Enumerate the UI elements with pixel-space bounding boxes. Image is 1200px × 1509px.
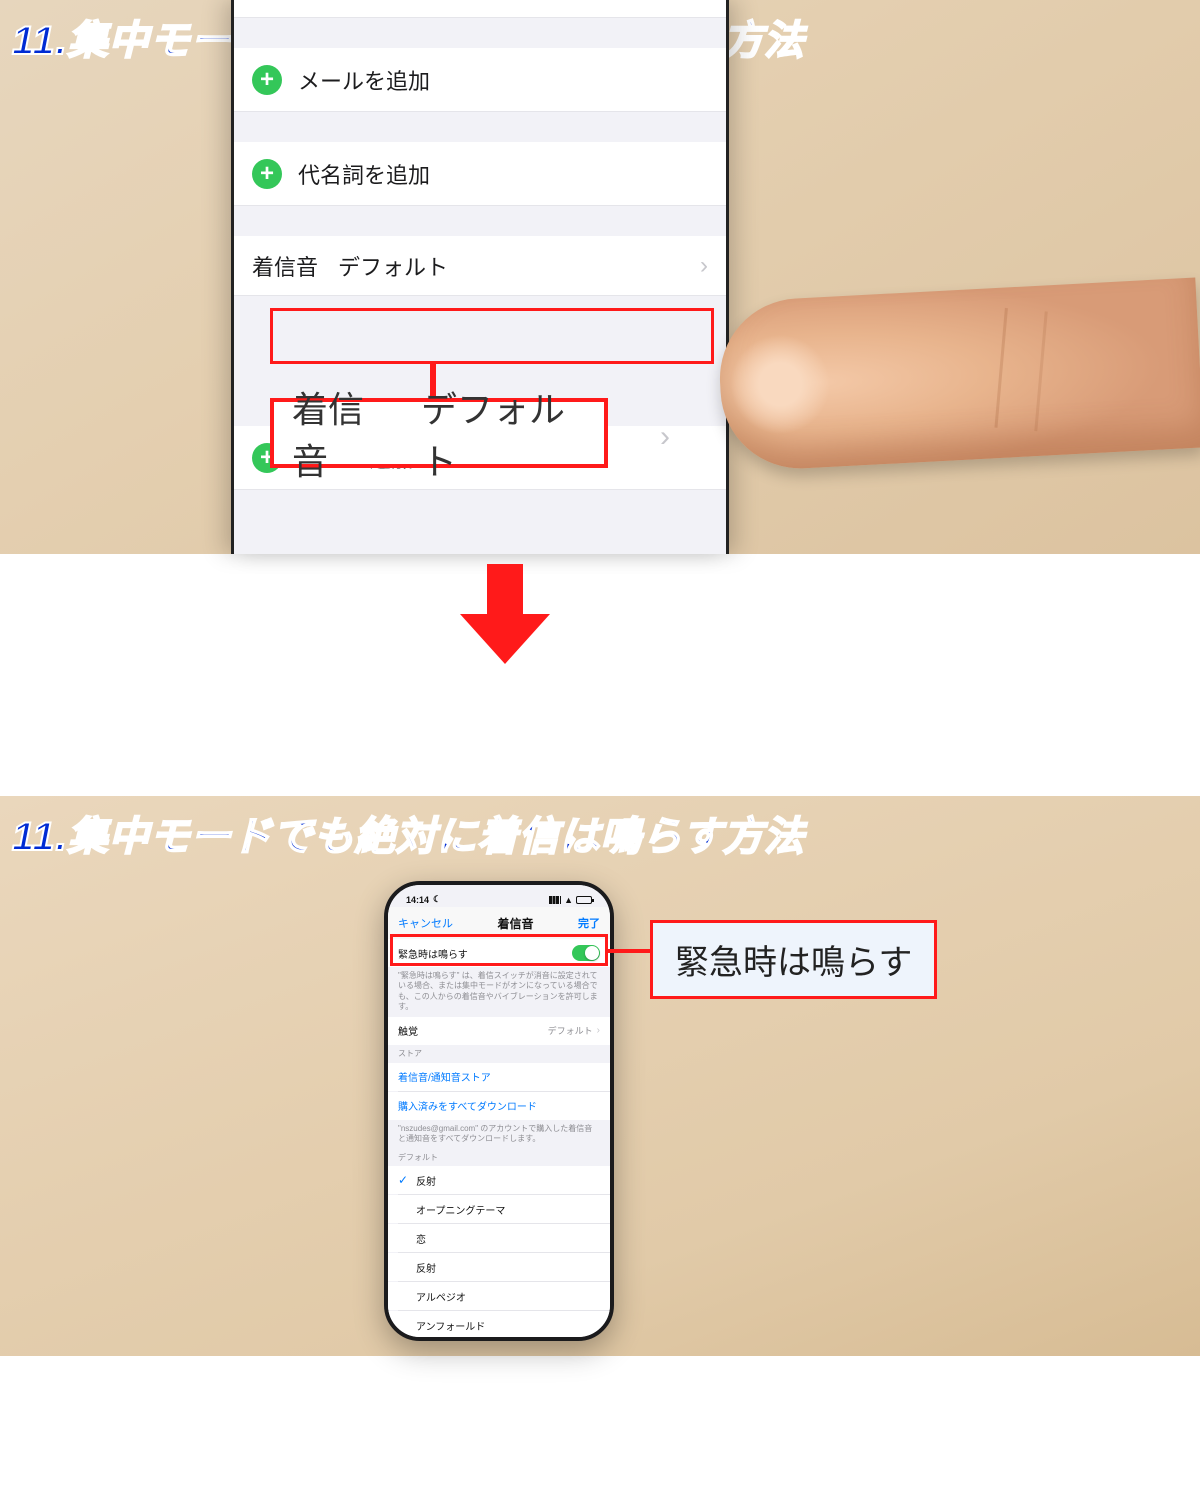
haptics-value: デフォルト: [548, 1024, 593, 1037]
battery-icon: [576, 896, 592, 904]
tone-row[interactable]: オープニングテーマ: [388, 1195, 610, 1223]
tone-store-link[interactable]: 着信音/通知音ストア: [388, 1063, 610, 1091]
tone-label: アルペジオ: [416, 1289, 466, 1304]
cancel-button[interactable]: キャンセル: [398, 915, 453, 931]
haptics-label: 触覚: [398, 1023, 418, 1038]
tone-row[interactable]: アルペジオ: [388, 1282, 610, 1310]
tone-label: アンフォールド: [416, 1318, 485, 1333]
tone-label: 反射: [416, 1173, 436, 1188]
default-section-header: デフォルト: [388, 1148, 610, 1166]
chevron-right-icon: ›: [597, 1025, 600, 1036]
section-gap: [234, 112, 726, 142]
callout-ringtone-label: 着信音: [292, 381, 391, 485]
plus-icon: +: [252, 159, 282, 189]
step-title-bottom: 11.集中モードでも絶対に着信は鳴らす方法: [12, 804, 805, 862]
tone-row[interactable]: 恋: [388, 1224, 610, 1252]
tone-row[interactable]: アンフォールド: [388, 1311, 610, 1339]
done-button[interactable]: 完了: [578, 915, 600, 931]
connector-line: [608, 949, 650, 953]
add-mail-row[interactable]: + メールを追加: [234, 48, 726, 112]
store-section-header: ストア: [388, 1045, 610, 1063]
tone-label: 反射: [416, 1260, 436, 1275]
download-description: "nszudes@gmail.com" のアカウントで購入した着信音と通知音をす…: [388, 1120, 610, 1149]
section-gap: [234, 18, 726, 48]
moon-icon: ☾: [433, 894, 441, 905]
down-arrow-icon: [460, 564, 550, 664]
ringtone-value: デフォルト: [338, 250, 448, 282]
highlight-box-ringtone: [270, 308, 714, 364]
add-mail-label: メールを追加: [298, 64, 430, 96]
section-gap: [234, 206, 726, 236]
tutorial-step-top: 11.集中モードでも絶対に着信は鳴らす方法 + メールを追加 + 代名詞を追加 …: [0, 0, 1200, 554]
plus-icon: +: [252, 65, 282, 95]
chevron-right-icon: ›: [660, 420, 670, 454]
wifi-icon: ▲: [564, 895, 573, 905]
chevron-right-icon: ›: [700, 252, 708, 280]
tone-row[interactable]: かたまり›: [388, 1340, 610, 1341]
callout-ringtone: 着信音 デフォルト: [270, 398, 608, 468]
checkmark-icon: ✓: [398, 1173, 408, 1187]
status-time: 14:14: [406, 895, 429, 905]
nav-title: 着信音: [497, 915, 533, 932]
add-pronoun-label: 代名詞を追加: [298, 158, 430, 190]
highlight-box-emergency: [390, 934, 608, 966]
tutorial-step-bottom: 11.集中モードでも絶対に着信は鳴らす方法 14:14 ☾ ▲ キャンセル 着信…: [0, 796, 1200, 1356]
callout-emergency: 緊急時は鳴らす: [650, 920, 937, 999]
cellular-signal-icon: [549, 896, 561, 904]
tone-row-selected[interactable]: ✓ 反射: [388, 1166, 610, 1194]
tone-label: オープニングテーマ: [416, 1202, 505, 1217]
tone-label: 恋: [416, 1231, 426, 1246]
ringtone-row[interactable]: 着信音 デフォルト ›: [234, 236, 726, 296]
emergency-bypass-description: "緊急時は鳴らす" は、着信スイッチが消音に設定されている場合、または集中モード…: [388, 967, 610, 1017]
callout-ringtone-value: デフォルト: [421, 381, 586, 485]
haptics-row[interactable]: 触覚 デフォルト ›: [388, 1017, 610, 1045]
partial-row: [234, 0, 726, 18]
finger-illustration: [716, 278, 1200, 473]
download-all-link[interactable]: 購入済みをすべてダウンロード: [388, 1092, 610, 1120]
add-pronoun-row[interactable]: + 代名詞を追加: [234, 142, 726, 206]
status-bar: 14:14 ☾ ▲: [388, 885, 610, 907]
ringtone-label: 着信音: [252, 250, 318, 282]
tone-row[interactable]: 反射: [388, 1253, 610, 1281]
